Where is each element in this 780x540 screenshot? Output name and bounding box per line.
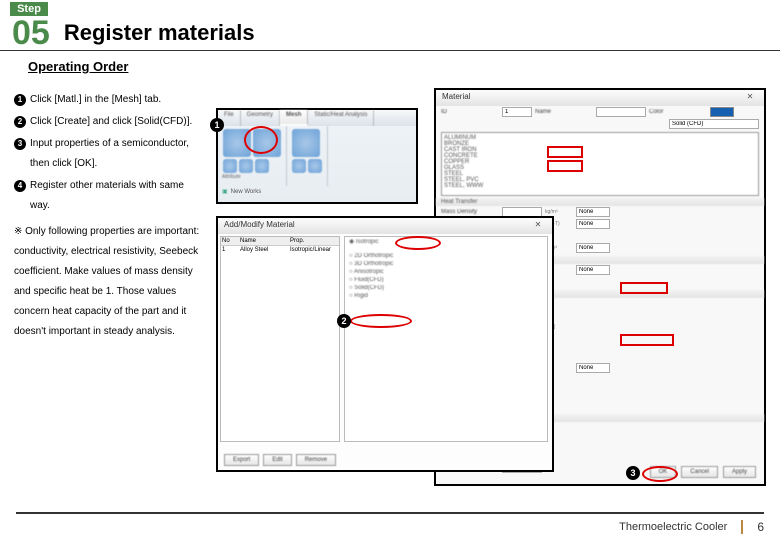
ribbon-button[interactable] [239, 159, 253, 173]
prop-combo[interactable] [576, 363, 610, 373]
radio-aniso[interactable]: ○ Anisotropic [345, 268, 547, 276]
highlight-solidcfd [350, 314, 412, 328]
prop-combo[interactable] [576, 207, 610, 217]
prop-combo[interactable] [576, 265, 610, 275]
color-label: Color [649, 109, 707, 115]
name-label: Name [535, 109, 593, 115]
highlight-matl [244, 126, 278, 154]
radio-isotropic[interactable]: ◉ Isotropic [345, 237, 547, 246]
name-field[interactable] [596, 107, 646, 117]
close-icon[interactable]: ✕ [530, 220, 546, 232]
instructions-column: 1 Click [Matl.] in the [Mesh] tab. 2 Click… [14, 90, 206, 342]
highlight-create [395, 236, 441, 250]
type-field[interactable] [669, 119, 759, 129]
material-library-list[interactable]: ALUMINUMBRONZECAST IRON CONCRETECOPPERGL… [441, 132, 759, 196]
footer-page: 6 [757, 520, 764, 534]
tree-root[interactable]: New Works [231, 189, 262, 195]
ribbon-button[interactable] [292, 129, 320, 157]
remove-button[interactable]: Remove [296, 454, 336, 466]
step-title: Register materials [64, 20, 255, 46]
instruction-3: Input properties of a semiconductor, the… [30, 134, 206, 174]
close-icon[interactable]: ✕ [742, 92, 758, 104]
radio-3d[interactable]: ○ 3D Orthotropic [345, 260, 547, 268]
step-header: Step 05 Register materials [0, 0, 780, 51]
step-number: 05 [10, 16, 52, 50]
ribbon-button[interactable] [292, 159, 306, 173]
instruction-4: Register other materials with same way. [30, 176, 206, 216]
highlight-seebeck [620, 334, 674, 346]
callout-2: 2 [337, 314, 351, 328]
ribbon-tab[interactable]: Geometry [241, 110, 280, 126]
footer-rule [16, 512, 764, 514]
radio-solidcfd[interactable]: ○ Solid(CFD) [345, 284, 547, 292]
callout-3: 3 [626, 466, 640, 480]
id-label: ID [441, 109, 499, 115]
radio-fluidcfd[interactable]: ○ Fluid(CFD) [345, 276, 547, 284]
id-field[interactable] [502, 107, 532, 117]
dialog-title: Add/Modify Material [224, 220, 295, 232]
prop-combo[interactable] [576, 243, 610, 253]
highlight-massdensity [547, 146, 583, 158]
cancel-button[interactable]: Cancel [681, 466, 718, 478]
instruction-1: Click [Matl.] in the [Mesh] tab. [30, 90, 161, 110]
screenshot-ribbon: File Geometry Mesh Static/Heat Analysis … [216, 108, 418, 204]
operating-order-heading: Operating Order [28, 59, 780, 74]
ribbon-tab-active[interactable]: Mesh [280, 110, 308, 126]
apply-button[interactable]: Apply [723, 466, 756, 478]
prop-combo[interactable] [576, 219, 610, 229]
step-bullet-2: 2 [14, 116, 26, 128]
footer-separator [741, 520, 743, 534]
step-bullet-1: 1 [14, 94, 26, 106]
ribbon-button[interactable] [308, 159, 322, 173]
section-heat: Heat Transfer [436, 198, 764, 206]
highlight-conductivity [620, 282, 668, 294]
export-button[interactable]: Export [224, 454, 259, 466]
step-bullet-4: 4 [14, 180, 26, 192]
edit-button[interactable]: Edit [263, 454, 291, 466]
radio-2d[interactable]: ○ 2D Orthotropic [345, 252, 547, 260]
footer-text: Thermoelectric Cooler [619, 521, 727, 533]
page-footer: Thermoelectric Cooler 6 [0, 520, 780, 534]
callout-1: 1 [210, 118, 224, 132]
instruction-2: Click [Create] and click [Solid(CFD)]. [30, 112, 192, 132]
prop-label: Mass Density [441, 209, 499, 215]
highlight-ok [642, 466, 678, 482]
ribbon-button[interactable] [223, 159, 237, 173]
color-swatch[interactable] [710, 107, 734, 117]
ribbon-group-label: Attribute [222, 174, 282, 180]
instruction-note: ※ Only following properties are importan… [14, 222, 206, 342]
step-bullet-3: 3 [14, 138, 26, 150]
panel-title: Material [442, 92, 470, 104]
ribbon-button[interactable] [255, 159, 269, 173]
radio-rigid[interactable]: ○ Rigid [345, 292, 547, 300]
highlight-specificheat [547, 160, 583, 172]
ribbon-tab[interactable]: Static/Heat Analysis [308, 110, 374, 126]
screenshot-add-modify: Add/Modify Material ✕ No Name Prop. 1 Al… [216, 216, 554, 472]
material-table[interactable]: No Name Prop. 1 Alloy Steel Isotropic/Li… [220, 236, 340, 442]
